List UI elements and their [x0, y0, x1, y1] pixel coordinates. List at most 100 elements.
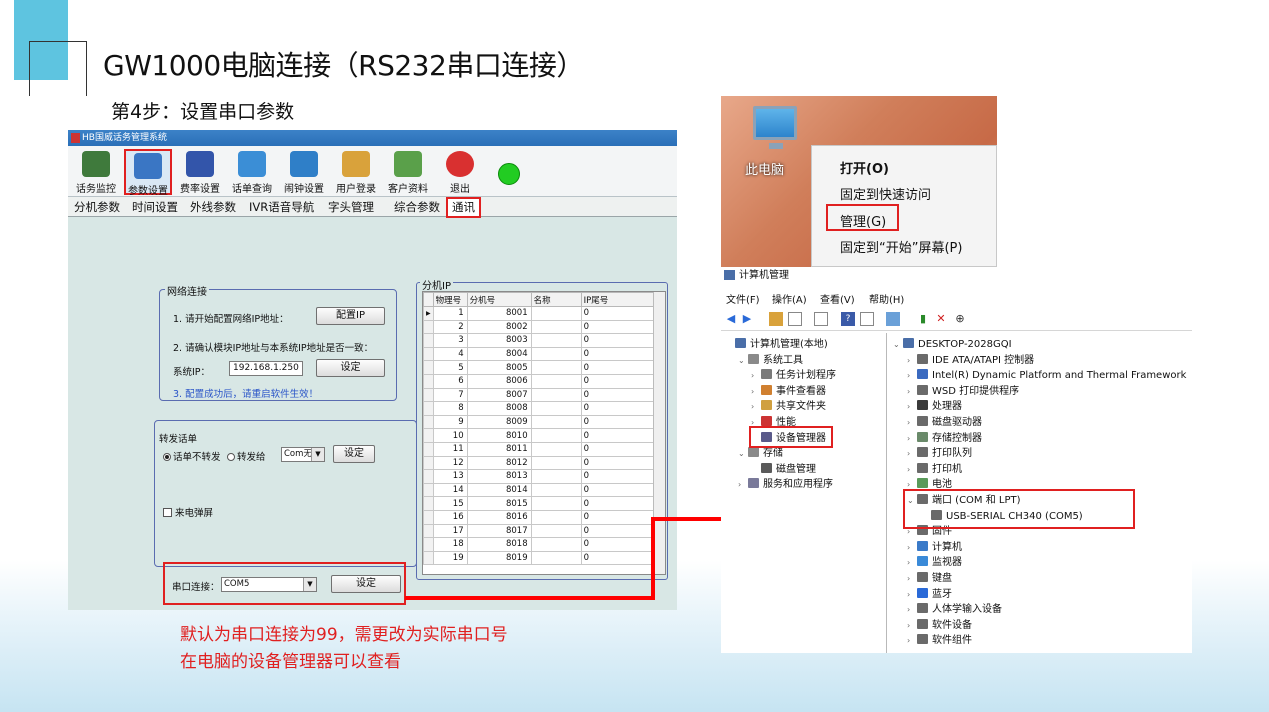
table-cell[interactable]: 14: [432, 482, 468, 498]
row-header[interactable]: [423, 401, 434, 416]
table-cell[interactable]: [530, 469, 582, 484]
toolbar-button-5[interactable]: 闹钟设置: [280, 149, 328, 195]
row-header[interactable]: [423, 319, 434, 335]
console-tree-icon[interactable]: [788, 312, 802, 326]
toolbar-button-7[interactable]: 客户资料: [384, 149, 432, 195]
table-cell[interactable]: 1: [432, 306, 468, 321]
chevron-right-icon[interactable]: ›: [907, 587, 917, 602]
chevron-right-icon[interactable]: ›: [907, 618, 917, 633]
toolbar-button-6[interactable]: 用户登录: [332, 149, 380, 195]
tree-item[interactable]: › 监视器: [907, 555, 962, 570]
tree-item[interactable]: › 软件组件: [907, 633, 972, 648]
table-cell[interactable]: [530, 401, 582, 416]
table-cell[interactable]: 0: [580, 496, 657, 511]
row-header[interactable]: [423, 482, 434, 498]
table-cell[interactable]: 8003: [466, 333, 532, 348]
table-cell[interactable]: 17: [432, 523, 468, 539]
table-cell[interactable]: [530, 373, 582, 389]
table-cell[interactable]: 0: [580, 550, 657, 566]
table-cell[interactable]: 15: [432, 496, 468, 511]
tree-item[interactable]: ⌄ DESKTOP-2028GQI: [893, 337, 1012, 352]
table-cell[interactable]: 12: [432, 455, 468, 471]
table-cell[interactable]: 0: [580, 306, 657, 321]
row-header[interactable]: [423, 469, 434, 484]
chevron-right-icon[interactable]: ›: [907, 602, 917, 617]
row-header[interactable]: [423, 360, 434, 375]
chevron-right-icon[interactable]: ›: [907, 368, 917, 383]
incoming-popup-checkbox[interactable]: 来电弹屏: [163, 505, 213, 519]
table-row[interactable]: 15 8015 0: [423, 496, 657, 511]
table-row[interactable]: 4 8004 0: [423, 346, 657, 362]
tree-item[interactable]: › 计算机: [907, 540, 962, 555]
table-cell[interactable]: 8017: [466, 523, 532, 539]
table-cell[interactable]: [530, 523, 582, 539]
row-header[interactable]: [423, 387, 434, 403]
table-row[interactable]: 9 8009 0: [423, 414, 657, 430]
toolbar-button-1[interactable]: 话务监控: [72, 149, 120, 195]
table-cell[interactable]: [530, 360, 582, 375]
table-cell[interactable]: 0: [580, 319, 657, 335]
row-header[interactable]: [423, 414, 434, 430]
table-cell[interactable]: 0: [580, 537, 657, 552]
table-cell[interactable]: [530, 496, 582, 511]
table-row[interactable]: 16 8016 0: [423, 509, 657, 525]
table-cell[interactable]: [530, 333, 582, 348]
help-icon[interactable]: ?: [841, 312, 855, 326]
table-cell[interactable]: 0: [580, 401, 657, 416]
table-cell[interactable]: 0: [580, 346, 657, 362]
chevron-right-icon[interactable]: ›: [907, 415, 917, 430]
chevron-right-icon[interactable]: ›: [907, 353, 917, 368]
table-cell[interactable]: 8002: [466, 319, 532, 335]
table-cell[interactable]: 0: [580, 455, 657, 471]
row-header[interactable]: [423, 333, 434, 348]
table-cell[interactable]: 0: [580, 360, 657, 375]
table-cell[interactable]: 8: [432, 401, 468, 416]
table-cell[interactable]: 7: [432, 387, 468, 403]
column-header[interactable]: 名称: [530, 292, 582, 307]
back-arrow-icon[interactable]: ◀: [724, 312, 738, 326]
menu-item-pin-quick-access[interactable]: 固定到快速访问: [840, 184, 931, 203]
table-row[interactable]: 7 8007 0: [423, 387, 657, 403]
table-cell[interactable]: [530, 306, 582, 321]
row-header[interactable]: [423, 455, 434, 471]
chevron-right-icon[interactable]: ›: [907, 399, 917, 414]
tree-item[interactable]: › 处理器: [907, 399, 962, 414]
table-cell[interactable]: 8004: [466, 346, 532, 362]
table-cell[interactable]: 0: [580, 428, 657, 443]
tree-item[interactable]: › 蓝牙: [907, 587, 952, 602]
menu-item-pin-start[interactable]: 固定到“开始”屏幕(P): [840, 237, 962, 256]
tree-item[interactable]: › 服务和应用程序: [738, 477, 833, 492]
row-header[interactable]: [423, 346, 434, 362]
tab-2[interactable]: 时间设置: [128, 199, 182, 215]
table-cell[interactable]: [530, 346, 582, 362]
table-cell[interactable]: 10: [432, 428, 468, 443]
menu-view[interactable]: 查看(V): [820, 291, 855, 306]
table-row[interactable]: 18 8018 0: [423, 537, 657, 552]
toolbar-button-3[interactable]: 费率设置: [176, 149, 224, 195]
tree-item[interactable]: ⌄ 系统工具: [738, 353, 803, 368]
scan-hardware-icon[interactable]: ⊕: [953, 312, 967, 326]
table-cell[interactable]: [530, 319, 582, 335]
table-cell[interactable]: 11: [432, 441, 468, 457]
table-cell[interactable]: 8012: [466, 455, 532, 471]
chevron-right-icon[interactable]: ›: [907, 540, 917, 555]
tab-5[interactable]: 字头管理: [324, 199, 378, 215]
chevron-right-icon[interactable]: ›: [907, 431, 917, 446]
tree-item[interactable]: › WSD 打印提供程序: [907, 384, 1019, 399]
tree-item[interactable]: › 人体学输入设备: [907, 602, 1002, 617]
chevron-right-icon[interactable]: ›: [738, 477, 748, 492]
row-header[interactable]: [423, 537, 434, 552]
up-folder-icon[interactable]: [769, 312, 783, 326]
table-row[interactable]: 6 8006 0: [423, 373, 657, 389]
toolbar-button-8[interactable]: 退出: [436, 149, 484, 195]
table-cell[interactable]: 8013: [466, 469, 532, 484]
column-header[interactable]: 物理号: [432, 292, 468, 307]
table-row[interactable]: 13 8013 0: [423, 469, 657, 484]
config-ip-button[interactable]: 配置IP: [316, 307, 385, 325]
chevron-right-icon[interactable]: ›: [907, 462, 917, 477]
row-header[interactable]: [423, 509, 434, 525]
chevron-right-icon[interactable]: ›: [751, 368, 761, 383]
row-header[interactable]: [423, 496, 434, 511]
monitor-icon[interactable]: [886, 312, 900, 326]
table-cell[interactable]: 13: [432, 469, 468, 484]
